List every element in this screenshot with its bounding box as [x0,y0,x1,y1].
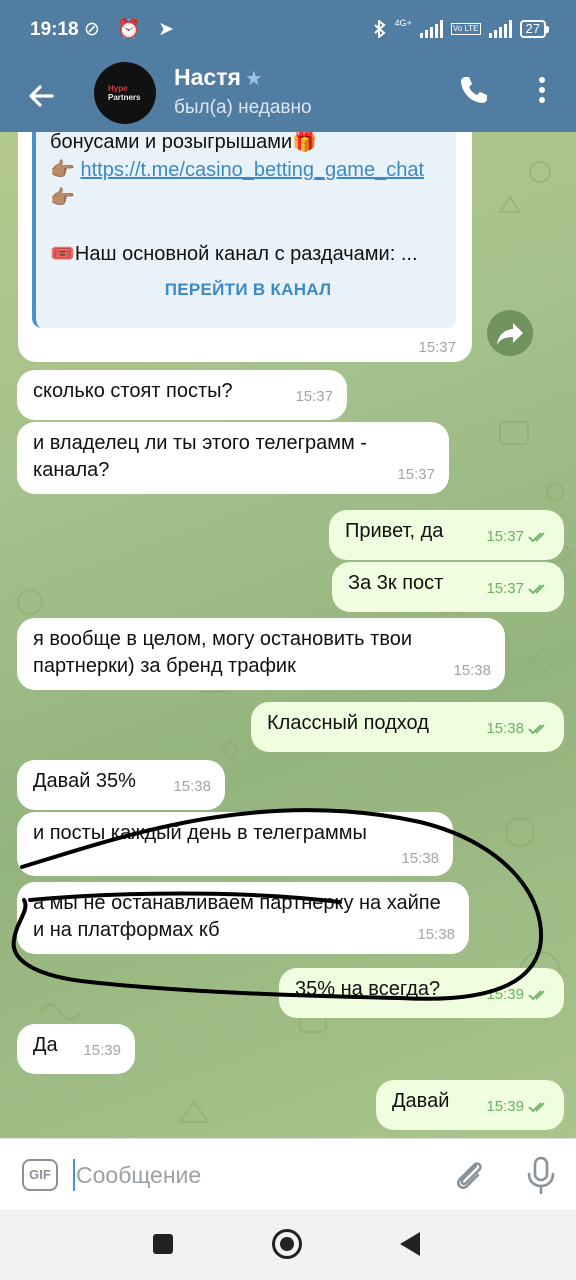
more-vertical-icon[interactable] [532,74,552,106]
status-notification-icons: ⊘ ⏰ ➤ [84,19,181,40]
message-text: а мы не останавливаем партнерку на хайпе… [33,892,441,941]
home-button[interactable] [272,1229,302,1259]
message-time: 15:39 [486,1098,524,1115]
message-meta: 15:38 [417,921,455,948]
double-check-icon [528,583,545,594]
message-meta: 15:39 [486,1093,550,1120]
message-bubble[interactable]: и посты каждый день в телеграммы 15:38 [17,812,453,876]
message-text: Привет, да [345,520,444,542]
message-bubble[interactable]: Классный подход 15:38 [251,702,564,752]
gif-button[interactable]: GIF [22,1159,58,1191]
volte-badge: Vo LTE [450,23,481,35]
message-time: 15:37 [397,466,435,483]
message-bubble[interactable]: За 3к пост 15:37 [332,562,564,612]
channel-preview[interactable]: бонусами и розыгрышами🎁 👉🏽 https://t.me/… [32,132,456,328]
channel-post-bubble[interactable]: бонусами и розыгрышами🎁 👉🏽 https://t.me/… [18,132,472,362]
message-meta: 15:38 [486,715,550,742]
message-time: 15:38 [486,720,524,737]
message-meta: 15:37 [486,575,550,602]
chat-header: Hype Partners Настя ★ был(а) недавно [0,62,576,132]
battery-icon: 27 [519,20,550,38]
message-text: Да [33,1034,58,1056]
message-bubble[interactable]: я вообще в целом, могу остановить твои п… [17,618,505,690]
message-text: Классный подход [267,712,429,734]
message-time: 15:38 [453,662,491,679]
channel-link[interactable]: https://t.me/casino_betting_game_chat [80,159,424,181]
message-time: 15:37 [418,339,456,356]
message-meta: 15:39 [486,981,550,1008]
message-text: За 3к пост [348,572,444,594]
contact-name[interactable]: Настя ★ [174,64,263,91]
message-input-bar: GIF [0,1138,576,1210]
avatar-logo-line1: Hype [108,84,128,93]
message-text: сколько стоят посты? [33,380,233,402]
channel-text-line3: 👉🏽 [50,187,75,209]
share-button[interactable] [487,310,533,356]
text-cursor [73,1159,75,1191]
phone-icon[interactable] [458,74,490,106]
pointing-emoji: 👉🏽 [50,159,81,181]
paperclip-icon[interactable] [452,1157,488,1193]
system-navigation-bar [0,1210,576,1280]
message-input[interactable] [76,1158,436,1192]
message-meta: 15:37 [397,461,435,488]
message-time: 15:37 [295,388,333,405]
microphone-icon[interactable] [524,1155,558,1195]
message-time: 15:38 [173,778,211,795]
network-type-label: 4G+ [394,17,412,28]
double-check-icon [528,1101,545,1112]
message-bubble[interactable]: Давай 15:39 [376,1080,564,1130]
message-bubble[interactable]: 35% на всегда? 15:39 [279,968,564,1018]
recent-apps-button[interactable] [153,1234,173,1254]
back-button[interactable] [400,1232,420,1256]
message-bubble[interactable]: и владелец ли ты этого телеграмм - канал… [17,422,449,494]
contact-status: был(а) недавно [174,97,312,118]
bluetooth-icon [373,20,386,38]
message-time: 15:37 [486,528,524,545]
message-text: Давай 35% [33,770,136,792]
message-meta: 15:37 [486,523,550,550]
message-text: 35% на всегда? [295,978,441,1000]
double-check-icon [528,989,545,1000]
double-check-icon [528,531,545,542]
message-time: 15:39 [486,986,524,1003]
chat-area[interactable]: бонусами и розыгрышами🎁 👉🏽 https://t.me/… [0,132,576,1138]
go-to-channel-button[interactable]: ПЕРЕЙТИ В КАНАЛ [36,280,460,300]
message-time: 15:38 [401,850,439,867]
message-bubble[interactable]: а мы не останавливаем партнерку на хайпе… [17,882,469,954]
message-text: я вообще в целом, могу остановить твои п… [33,628,413,677]
back-arrow-icon[interactable] [22,76,62,116]
status-bar: 19:18 ⊘ ⏰ ➤ 4G+ Vo LTE 27 [0,0,576,62]
message-meta: 15:38 [401,845,439,872]
status-right-icons: 4G+ Vo LTE 27 [373,17,550,38]
message-meta: 15:37 [295,383,333,410]
channel-text-line2: 👉🏽 https://t.me/casino_betting_game_chat [50,156,460,184]
avatar[interactable]: Hype Partners [94,62,156,124]
star-icon: ★ [244,68,263,90]
message-meta: 15:38 [173,773,211,800]
message-time: 15:37 [486,580,524,597]
message-bubble[interactable]: сколько стоят посты? 15:37 [17,370,347,420]
signal-icon [419,20,443,38]
status-time: 19:18 [30,19,79,40]
signal-icon-2 [488,20,512,38]
message-time: 15:38 [417,926,455,943]
channel-text-line4: 🎟️Наш основной канал с раздачами: ... [50,243,418,265]
channel-text-line1: бонусами и розыгрышами🎁 [50,132,318,153]
avatar-logo: Hype Partners [108,84,140,102]
message-bubble[interactable]: Привет, да 15:37 [329,510,564,560]
message-bubble[interactable]: Давай 35% 15:38 [17,760,225,810]
message-meta: 15:38 [453,657,491,684]
avatar-logo-line2: Partners [108,93,141,102]
double-check-icon [528,723,545,734]
contact-name-text: Настя [174,64,241,90]
message-text: и посты каждый день в телеграммы [33,822,367,844]
message-bubble[interactable]: Да 15:39 [17,1024,135,1074]
share-arrow-icon [497,323,523,345]
message-meta: 15:39 [83,1037,121,1064]
channel-preview-text: бонусами и розыгрышами🎁 👉🏽 https://t.me/… [50,132,460,268]
message-text: и владелец ли ты этого телеграмм - канал… [33,432,367,481]
message-time: 15:39 [83,1042,121,1059]
message-text: Давай [392,1090,450,1112]
